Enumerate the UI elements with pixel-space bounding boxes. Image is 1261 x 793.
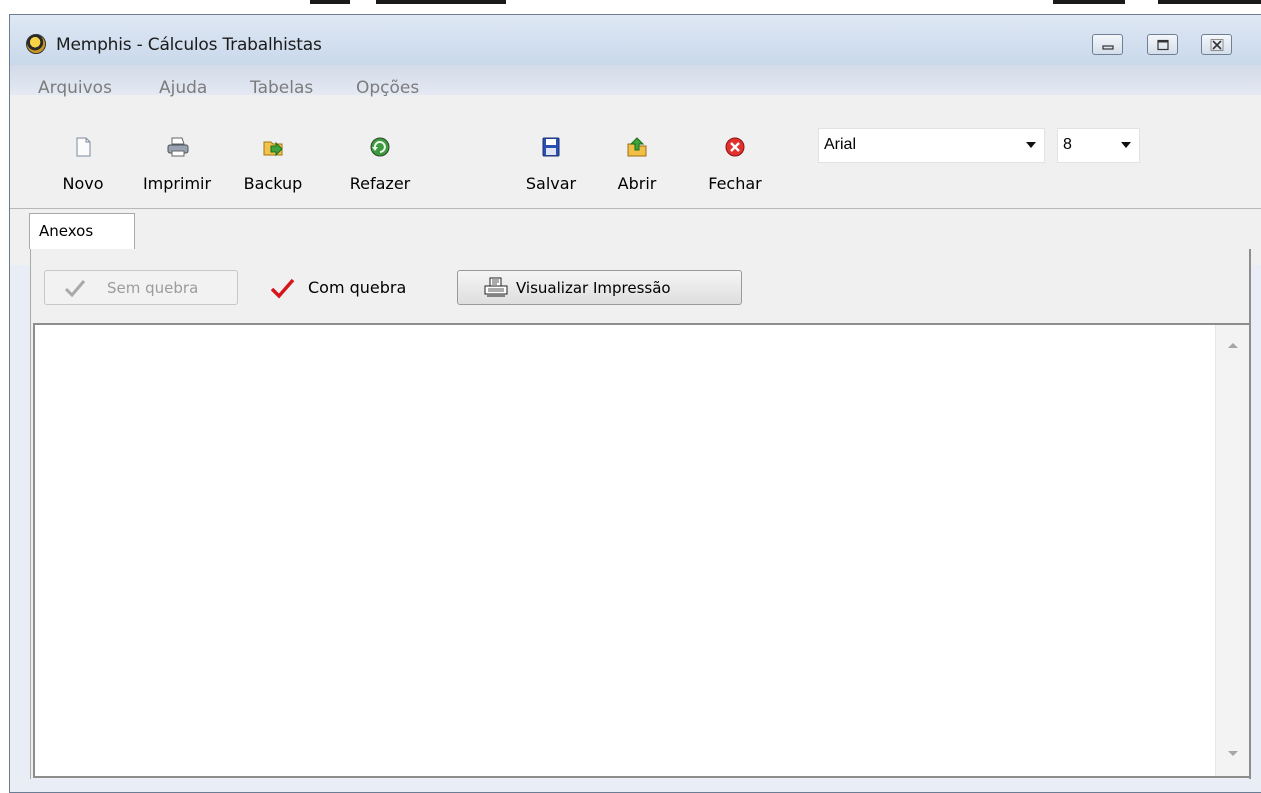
desktop-mark	[310, 0, 350, 4]
app-logo-icon	[26, 34, 46, 54]
minimize-icon	[1093, 35, 1122, 54]
close-icon	[1202, 35, 1231, 54]
maximize-button[interactable]	[1147, 34, 1178, 55]
desktop-mark	[376, 0, 506, 4]
abrir-label: Abrir	[617, 174, 657, 193]
fechar-button[interactable]: Fechar	[700, 136, 770, 196]
open-folder-icon	[626, 136, 648, 158]
abrir-button[interactable]: Abrir	[610, 136, 664, 196]
scroll-up-icon[interactable]	[1228, 343, 1238, 348]
scroll-down-icon[interactable]	[1228, 751, 1238, 756]
refazer-label: Refazer	[349, 174, 411, 193]
fechar-label: Fechar	[708, 174, 762, 193]
tab-anexos-label: Anexos	[39, 222, 94, 240]
refazer-button[interactable]: Refazer	[340, 136, 420, 196]
new-document-icon	[72, 136, 94, 158]
com-quebra-label: Com quebra	[308, 278, 407, 297]
window-title: Memphis - Cálculos Trabalhistas	[56, 35, 322, 55]
close-red-icon	[724, 136, 746, 158]
menu-tabelas[interactable]: Tabelas	[250, 78, 313, 98]
minimize-button[interactable]	[1092, 34, 1123, 55]
font-family-value: Arial	[824, 136, 857, 153]
backup-icon	[262, 136, 284, 158]
backup-button[interactable]: Backup	[235, 136, 311, 196]
novo-label: Novo	[62, 174, 104, 193]
checkmark-icon	[64, 280, 86, 298]
font-size-select[interactable]: 8	[1057, 128, 1140, 163]
novo-button[interactable]: Novo	[52, 136, 114, 196]
font-size-value: 8	[1063, 136, 1072, 153]
print-preview-icon	[484, 277, 508, 297]
backup-label: Backup	[243, 174, 303, 193]
printer-icon	[166, 136, 189, 158]
salvar-button[interactable]: Salvar	[521, 136, 581, 196]
font-family-select[interactable]: Arial	[818, 128, 1045, 163]
visualizar-impressao-label: Visualizar Impressão	[516, 279, 671, 297]
close-button[interactable]	[1201, 34, 1232, 55]
visualizar-impressao-button[interactable]: Visualizar Impressão	[457, 270, 742, 305]
imprimir-button[interactable]: Imprimir	[135, 136, 219, 196]
com-quebra-button[interactable]: Com quebra	[266, 271, 436, 306]
maximize-icon	[1148, 35, 1177, 54]
desktop-mark	[1053, 0, 1125, 4]
chevron-down-icon	[1121, 142, 1131, 148]
menu-opcoes[interactable]: Opções	[356, 78, 419, 98]
redo-icon	[369, 136, 391, 158]
desktop-strip	[0, 0, 1261, 14]
sem-quebra-button[interactable]: Sem quebra	[44, 270, 238, 305]
vertical-scrollbar[interactable]	[1215, 325, 1249, 776]
floppy-save-icon	[540, 136, 562, 158]
menu-ajuda[interactable]: Ajuda	[159, 78, 207, 98]
tab-anexos[interactable]: Anexos	[29, 213, 135, 249]
text-editor[interactable]	[33, 323, 1250, 778]
salvar-label: Salvar	[525, 174, 577, 193]
desktop-mark	[1158, 0, 1261, 4]
checkmark-icon	[270, 278, 295, 299]
imprimir-label: Imprimir	[142, 174, 212, 193]
sem-quebra-label: Sem quebra	[107, 279, 199, 297]
chevron-down-icon	[1026, 142, 1036, 148]
menu-arquivos[interactable]: Arquivos	[38, 78, 112, 98]
